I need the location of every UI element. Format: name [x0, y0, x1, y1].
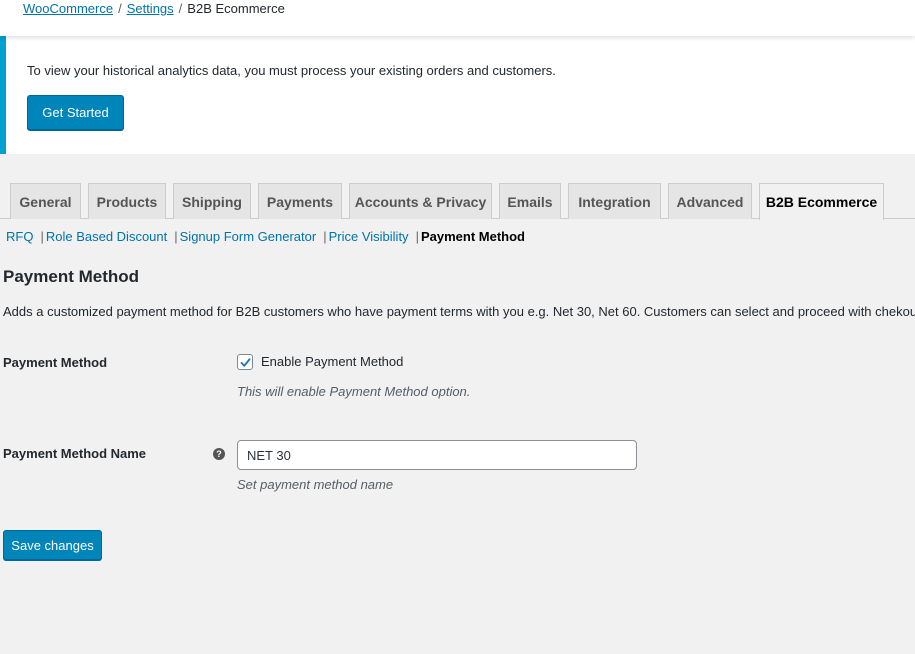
tab-emails[interactable]: Emails — [499, 183, 561, 219]
payment-method-name-input[interactable] — [237, 440, 637, 470]
tab-advanced[interactable]: Advanced — [668, 183, 752, 219]
settings-tabs: General Products Shipping Payments Accou… — [0, 183, 915, 220]
subnav-rfq-link[interactable]: RFQ — [6, 229, 33, 245]
checkmark-icon — [240, 357, 250, 367]
subnav-role-based-discount-link[interactable]: Role Based Discount — [46, 229, 167, 245]
tab-products[interactable]: Products — [88, 183, 166, 219]
subnav-separator: | — [40, 229, 44, 244]
tab-shipping[interactable]: Shipping — [173, 183, 251, 219]
breadcrumb: WooCommerce / Settings / B2B Ecommerce — [0, 0, 915, 36]
payment-method-name-label: Payment Method Name — [3, 446, 147, 461]
breadcrumb-settings-link[interactable]: Settings — [127, 1, 174, 17]
question-circle-icon[interactable]: ? — [213, 448, 225, 460]
tab-integration[interactable]: Integration — [568, 183, 661, 219]
tab-payments[interactable]: Payments — [258, 183, 342, 219]
enable-payment-method-checkbox[interactable] — [237, 354, 253, 370]
breadcrumb-current: B2B Ecommerce — [187, 1, 285, 16]
enable-payment-method-label[interactable]: Enable Payment Method — [261, 354, 403, 370]
breadcrumb-separator: / — [178, 1, 183, 16]
enable-help-text: This will enable Payment Method option. — [237, 384, 471, 399]
subnav-separator: | — [415, 229, 419, 244]
get-started-button[interactable]: Get Started — [27, 95, 124, 130]
section-title: Payment Method — [3, 267, 140, 286]
tab-general[interactable]: General — [10, 183, 81, 219]
subnav-separator: | — [174, 229, 178, 244]
subnav-signup-form-generator-link[interactable]: Signup Form Generator — [180, 229, 317, 245]
tab-b2b-ecommerce[interactable]: B2B Ecommerce — [759, 183, 884, 220]
subnav-current: Payment Method — [420, 229, 525, 244]
section-description: Adds a customized payment method for B2B… — [3, 304, 915, 319]
analytics-notice: To view your historical analytics data, … — [0, 36, 915, 154]
save-changes-button[interactable]: Save changes — [3, 530, 102, 560]
notice-text: To view your historical analytics data, … — [27, 63, 556, 78]
payment-method-label: Payment Method — [3, 355, 108, 370]
breadcrumb-woocommerce-link[interactable]: WooCommerce — [23, 1, 113, 17]
name-help-text: Set payment method name — [237, 477, 394, 492]
section-subnav: RFQ | Role Based Discount | Signup Form … — [6, 229, 525, 245]
subnav-separator: | — [323, 229, 327, 244]
tab-accounts-privacy[interactable]: Accounts & Privacy — [349, 183, 492, 219]
subnav-price-visibility-link[interactable]: Price Visibility — [329, 229, 409, 245]
breadcrumb-separator: / — [118, 1, 122, 16]
